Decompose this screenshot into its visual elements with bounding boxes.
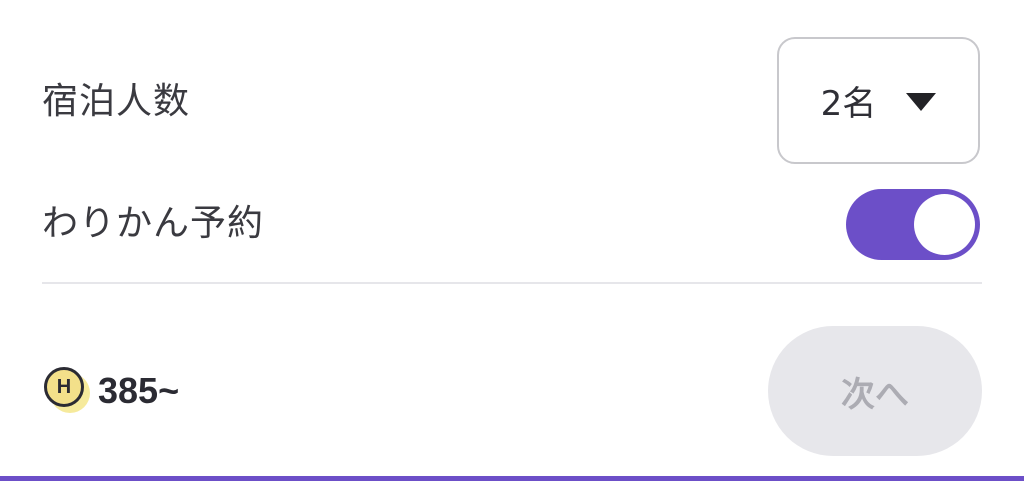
caret-down-icon	[906, 92, 937, 111]
next-button[interactable]: 次へ	[768, 326, 982, 456]
booking-panel: 宿泊人数 2名 わりかん予約 H 385~ 次へ	[0, 0, 1024, 481]
price-display: H 385~	[44, 367, 179, 415]
guest-count-select[interactable]: 2名	[777, 37, 980, 164]
toggle-knob	[914, 194, 975, 255]
price-value: 385~	[98, 370, 180, 411]
split-booking-toggle[interactable]	[846, 189, 980, 260]
split-booking-label: わりかん予約	[42, 203, 265, 244]
guest-count-label: 宿泊人数	[42, 81, 191, 122]
coin-face: H	[44, 367, 84, 407]
divider	[42, 282, 982, 284]
bottom-accent-bar	[0, 476, 1024, 481]
h-coin-icon: H	[44, 367, 92, 415]
guest-count-value: 2名	[820, 84, 877, 124]
